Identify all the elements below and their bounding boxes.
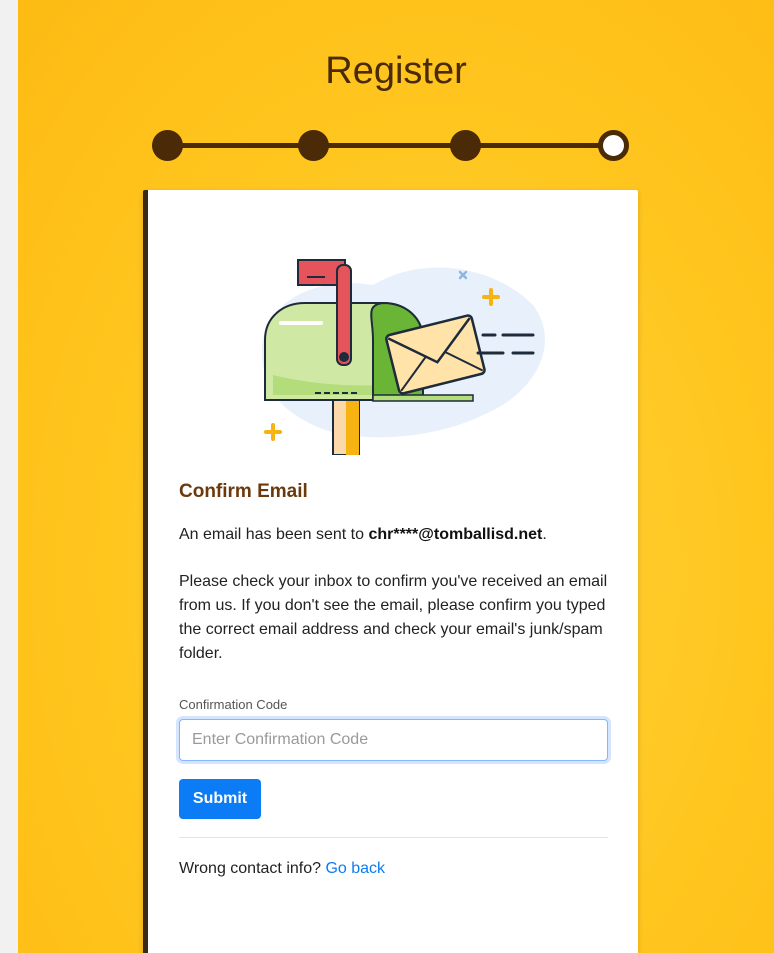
wrong-contact-message: Wrong contact info? Go back [179,860,385,878]
confirm-email-card: Confirm Email An email has been sent to … [143,190,638,953]
step-4-indicator-current [598,130,629,161]
mailbox-with-envelope-icon [261,259,545,455]
go-back-link[interactable]: Go back [325,860,385,877]
progress-stepper [18,120,774,170]
email-sent-suffix: . [542,526,547,543]
confirmation-code-label: Confirmation Code [179,697,288,712]
step-1-indicator [152,130,183,161]
inbox-instructions: Please check your inbox to confirm you'v… [179,573,608,662]
email-sent-prefix: An email has been sent to [179,526,369,543]
submit-button[interactable]: Submit [179,779,261,819]
step-3-indicator [450,130,481,161]
page-title: Register [325,50,467,92]
confirmation-code-input[interactable] [179,719,608,761]
masked-email-address: chr****@tomballisd.net [368,526,543,543]
wrong-contact-text: Wrong contact info? [179,860,326,877]
card-divider [179,837,608,838]
registration-page: Register Confirm Email An email has been… [18,0,774,953]
email-sent-message: An email has been sent to chr****@tombal… [179,526,547,544]
stepper-line [168,143,618,148]
step-2-indicator [298,130,329,161]
confirm-email-heading: Confirm Email [179,481,308,502]
